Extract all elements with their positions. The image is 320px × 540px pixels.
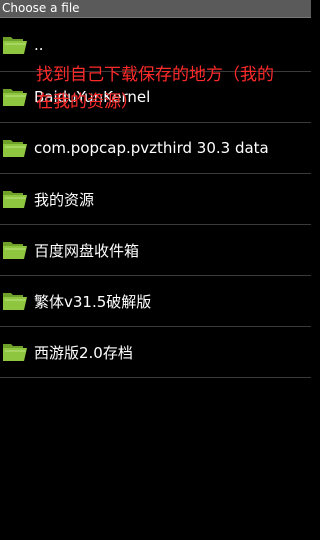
dialog-title: Choose a file xyxy=(2,1,80,15)
list-item-pvzthird-data[interactable]: com.popcap.pvzthird 30.3 data xyxy=(0,123,311,174)
list-item-label: 百度网盘收件箱 xyxy=(34,241,140,260)
list-item-label: com.popcap.pvzthird 30.3 data xyxy=(34,139,269,157)
folder-icon xyxy=(3,191,27,208)
list-item-traditional-v31-5[interactable]: 繁体v31.5破解版 xyxy=(0,276,311,327)
folder-icon xyxy=(3,89,27,106)
folder-icon xyxy=(3,344,27,361)
tutorial-annotation: 找到自己下载保存的地方（我的在我的资源） xyxy=(36,65,274,112)
list-item-baidu-inbox[interactable]: 百度网盘收件箱 xyxy=(0,225,311,276)
list-item-label: 西游版2.0存档 xyxy=(34,343,133,362)
list-item-label: 我的资源 xyxy=(34,190,95,209)
folder-icon xyxy=(3,242,27,259)
list-item-my-resources[interactable]: 我的资源 xyxy=(0,174,311,225)
folder-icon xyxy=(3,36,27,54)
title-bar: Choose a file xyxy=(0,0,311,18)
list-item-xiyou-save[interactable]: 西游版2.0存档 xyxy=(0,327,311,378)
folder-icon xyxy=(3,140,27,157)
folder-icon xyxy=(3,293,27,310)
list-item-label: 繁体v31.5破解版 xyxy=(34,292,152,311)
